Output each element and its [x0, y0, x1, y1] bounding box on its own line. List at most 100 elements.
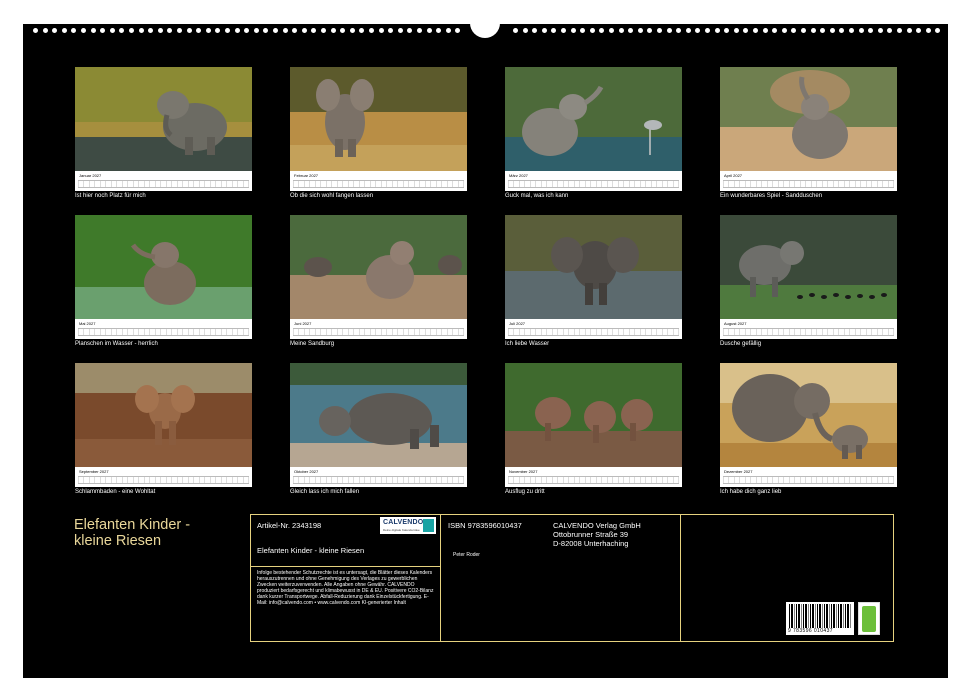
binding-hole — [177, 28, 182, 33]
binding-hole — [301, 28, 307, 33]
binding-hole — [263, 28, 269, 33]
binding-hole — [244, 28, 250, 33]
binding-hole — [916, 28, 922, 33]
binding-hole — [628, 28, 634, 33]
binding-hole — [33, 28, 38, 33]
binding-hole — [685, 28, 691, 33]
publisher-city: D-82008 Unterhaching — [553, 539, 629, 548]
binding-hole — [618, 28, 624, 33]
binding-hole — [657, 28, 662, 33]
binding-hole — [801, 28, 806, 33]
binding-hole — [858, 28, 864, 33]
photo-october — [290, 363, 467, 467]
binding-hole — [455, 28, 461, 33]
binding-hole — [561, 28, 566, 33]
binding-hole — [215, 28, 221, 33]
binding-hole — [138, 28, 144, 33]
binding-hole — [676, 28, 682, 33]
month-name: April 2027 — [724, 173, 743, 178]
month-name: Juli 2027 — [509, 321, 526, 326]
barcode-number: 9 783596 010437 — [788, 628, 833, 634]
binding-hole — [205, 28, 211, 33]
month-caption: Dusche gefällig — [720, 341, 762, 347]
binding-hole — [71, 28, 77, 33]
binding-hole — [705, 28, 710, 33]
photo-september — [75, 363, 252, 467]
month-caption: Ist hier noch Platz für mich — [75, 193, 146, 199]
month-name: Juni 2027 — [294, 321, 312, 326]
binding-hole — [167, 28, 173, 33]
binding-hole — [330, 28, 336, 33]
binding-hole — [273, 28, 278, 33]
binding-hole — [52, 28, 58, 33]
binding-hole — [733, 28, 739, 33]
month-name: August 2027 — [724, 321, 747, 326]
photo-march — [505, 67, 682, 171]
binding-hole — [714, 28, 720, 33]
binding-hole — [378, 28, 384, 33]
binding-hole — [397, 28, 403, 33]
photo-april — [720, 67, 897, 171]
month-name: März 2027 — [509, 173, 528, 178]
binding-hole — [877, 28, 883, 33]
binding-hole — [129, 28, 134, 33]
binding-hole — [810, 28, 816, 33]
binding-hole — [868, 28, 874, 33]
legal-notice: Infolge bestehender Schutzrechte ist es … — [257, 570, 434, 606]
month-name: November 2027 — [509, 469, 538, 474]
binding-hole — [282, 28, 288, 33]
month-name: Februar 2027 — [294, 173, 319, 178]
month-name: Januar 2027 — [79, 173, 102, 178]
product-title: Elefanten Kinder - kleine Riesen — [257, 546, 365, 555]
photo-february — [290, 67, 467, 171]
logo-text: CALVENDO — [383, 519, 424, 526]
binding-hole — [321, 28, 326, 33]
binding-hole — [225, 28, 230, 33]
binding-hole — [81, 28, 86, 33]
author: Peter Roder — [453, 552, 480, 558]
binding-hole — [541, 28, 547, 33]
binding-hole — [695, 28, 701, 33]
binding-hole — [522, 28, 528, 33]
photo-july — [505, 215, 682, 319]
binding-hole — [906, 28, 912, 33]
binding-holes — [23, 28, 948, 38]
binding-hole — [445, 28, 451, 33]
binding-hole — [513, 28, 518, 33]
binding-hole — [61, 28, 67, 33]
binding-hole — [253, 28, 259, 33]
logo-mark-icon — [423, 519, 434, 532]
binding-hole — [820, 28, 826, 33]
binding-hole — [743, 28, 749, 33]
month-name: Oktober 2027 — [294, 469, 319, 474]
binding-hole — [311, 28, 317, 33]
binding-hole — [369, 28, 374, 33]
binding-hole — [119, 28, 125, 33]
photo-december — [720, 363, 897, 467]
binding-hole — [829, 28, 835, 33]
binding-hole — [109, 28, 115, 33]
photo-august — [720, 215, 897, 319]
month-caption: Ich liebe Wasser — [505, 341, 550, 347]
publisher-street: Ottobrunner Straße 39 — [553, 530, 629, 539]
month-caption: Guck mal, was ich kann — [505, 193, 569, 199]
photo-june — [290, 215, 467, 319]
calendar-back-page: Januar 2027 Ist hier noch Platz für mich… — [23, 12, 948, 678]
binding-hole — [647, 28, 653, 33]
binding-hole — [724, 28, 730, 33]
binding-hole — [148, 28, 154, 33]
binding-hole — [90, 28, 96, 33]
binding-hole — [417, 28, 422, 33]
binding-hole — [609, 28, 614, 33]
binding-hole — [157, 28, 163, 33]
barcode: 9 783596 010437 — [786, 602, 854, 635]
binding-hole — [580, 28, 586, 33]
logo-subtitle: Deine digitale Kalenderidee — [383, 528, 420, 532]
binding-hole — [935, 28, 941, 33]
publisher-name: CALVENDO Verlag GmbH — [553, 521, 641, 530]
month-caption: Planschen im Wasser - herrlich — [75, 341, 158, 347]
binding-hole — [196, 28, 202, 33]
binding-hole — [772, 28, 778, 33]
binding-hole — [753, 28, 758, 33]
binding-hole — [781, 28, 787, 33]
